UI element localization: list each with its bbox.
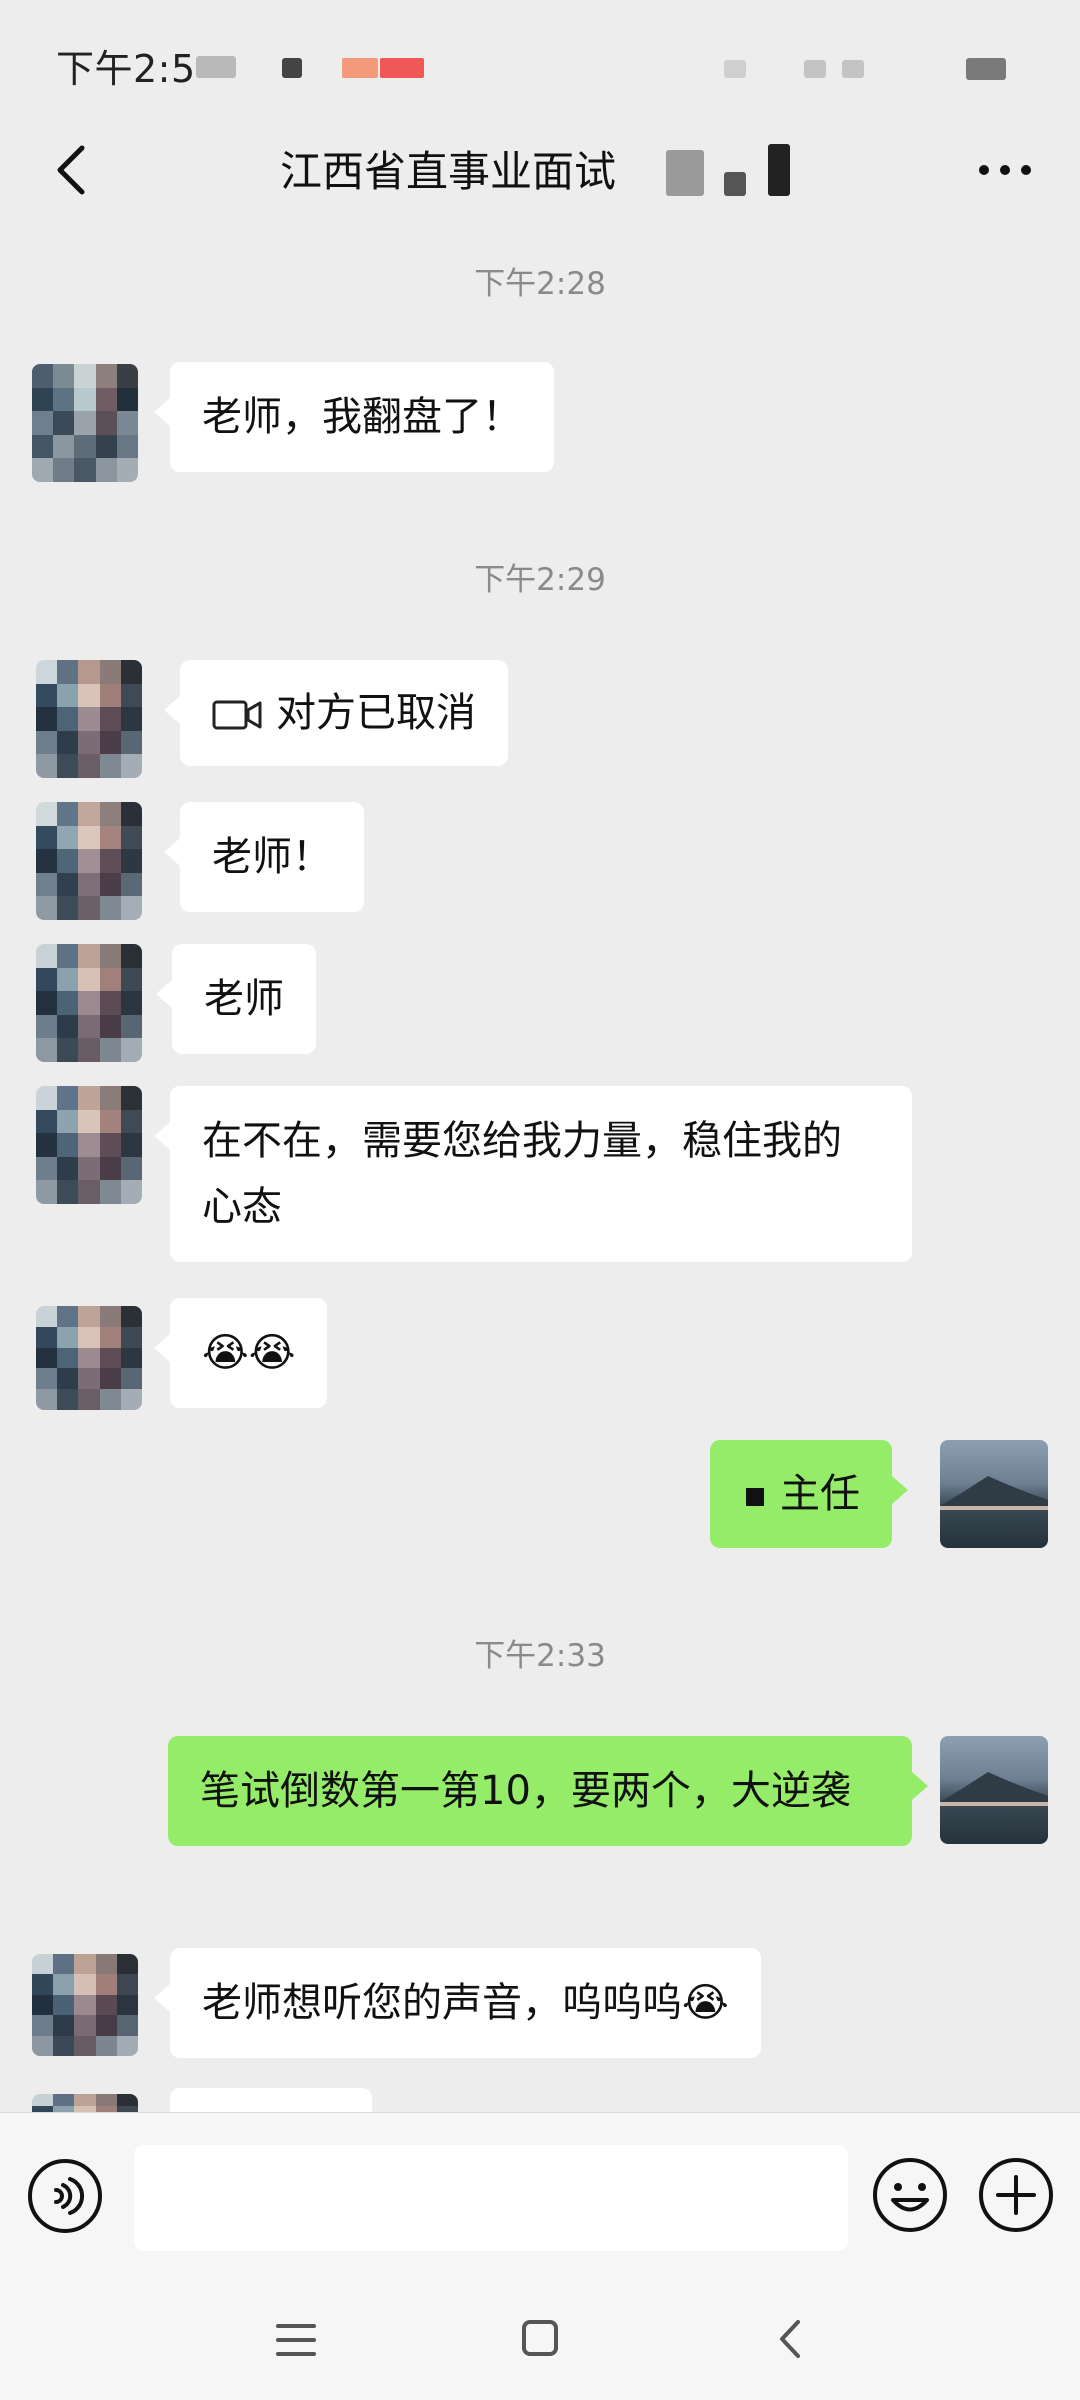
- wifi-icon: [804, 60, 826, 78]
- chat-title: 江西省直事业面试: [280, 147, 617, 196]
- redacted-mark: [746, 1488, 764, 1506]
- mountain-photo: [940, 1476, 1048, 1510]
- contact-avatar[interactable]: [36, 1086, 142, 1204]
- contact-avatar[interactable]: [32, 2094, 138, 2112]
- video-call-icon: [212, 700, 262, 730]
- back-arrow-icon[interactable]: [40, 138, 104, 202]
- message-list[interactable]: 下午2:28 老师，我翻盘了！ 下午2:29 对方已取消 老师！ 老师 在不在，…: [0, 220, 1080, 2112]
- signal-icon: [724, 60, 746, 78]
- incoming-message[interactable]: 老师！: [164, 802, 364, 912]
- outgoing-message[interactable]: 主任: [710, 1440, 908, 1548]
- status-pixelated-icon: [282, 58, 302, 78]
- incoming-emoji-message[interactable]: 😭😭: [153, 1298, 328, 1408]
- home-icon[interactable]: [520, 2316, 560, 2360]
- timestamp: 下午2:29: [474, 562, 606, 598]
- title-pixelated-suffix: [666, 150, 704, 196]
- status-notification-icon: [380, 58, 424, 78]
- system-back-icon[interactable]: [770, 2316, 810, 2362]
- incoming-message-partial[interactable]: [170, 2088, 372, 2112]
- my-avatar[interactable]: [940, 1736, 1048, 1844]
- incoming-message[interactable]: 在不在，需要您给我力量，稳住我的心态: [154, 1086, 912, 1262]
- incoming-call-message[interactable]: 对方已取消: [164, 660, 508, 766]
- system-navigation-bar: [0, 2280, 1080, 2400]
- status-notification-icon: [342, 58, 378, 78]
- status-time: 下午2:5: [56, 47, 196, 91]
- timestamp: 下午2:33: [474, 1638, 606, 1674]
- my-avatar[interactable]: [940, 1440, 1048, 1548]
- incoming-message[interactable]: 老师，我翻盘了！: [154, 362, 554, 472]
- incoming-message[interactable]: 老师想听您的声音，呜呜呜😭: [154, 1948, 761, 2058]
- status-pixelated-icon: [196, 56, 236, 78]
- wifi-icon: [842, 60, 864, 78]
- contact-avatar[interactable]: [36, 944, 142, 1062]
- input-bar: [0, 2112, 1080, 2281]
- plus-icon[interactable]: [976, 2155, 1056, 2235]
- title-pixelated-suffix: [768, 144, 790, 196]
- outgoing-message[interactable]: 笔试倒数第一第10，要两个，大逆袭: [168, 1736, 928, 1846]
- voice-icon[interactable]: [26, 2157, 104, 2235]
- contact-avatar[interactable]: [32, 364, 138, 482]
- contact-avatar[interactable]: [36, 802, 142, 920]
- battery-icon: [966, 58, 1006, 80]
- recent-apps-icon[interactable]: [272, 2318, 320, 2362]
- emoji-icon[interactable]: [870, 2155, 950, 2235]
- contact-avatar[interactable]: [32, 1954, 138, 2056]
- status-bar: 下午2:5: [0, 0, 1080, 120]
- chat-screen: 下午2:5 江西省直事业面试 下午2:28 老师，我翻盘了！ 下午2:29 对方…: [0, 0, 1080, 2400]
- title-pixelated-suffix: [724, 172, 746, 196]
- mountain-photo: [940, 1772, 1048, 1806]
- contact-avatar[interactable]: [36, 1306, 142, 1410]
- timestamp: 下午2:28: [474, 266, 606, 302]
- message-input[interactable]: [134, 2145, 848, 2251]
- call-status-text: 对方已取消: [276, 690, 476, 736]
- more-options-icon[interactable]: [970, 140, 1040, 200]
- chat-header: 江西省直事业面试: [0, 120, 1080, 220]
- contact-avatar[interactable]: [36, 660, 142, 778]
- incoming-message[interactable]: 老师: [156, 944, 316, 1054]
